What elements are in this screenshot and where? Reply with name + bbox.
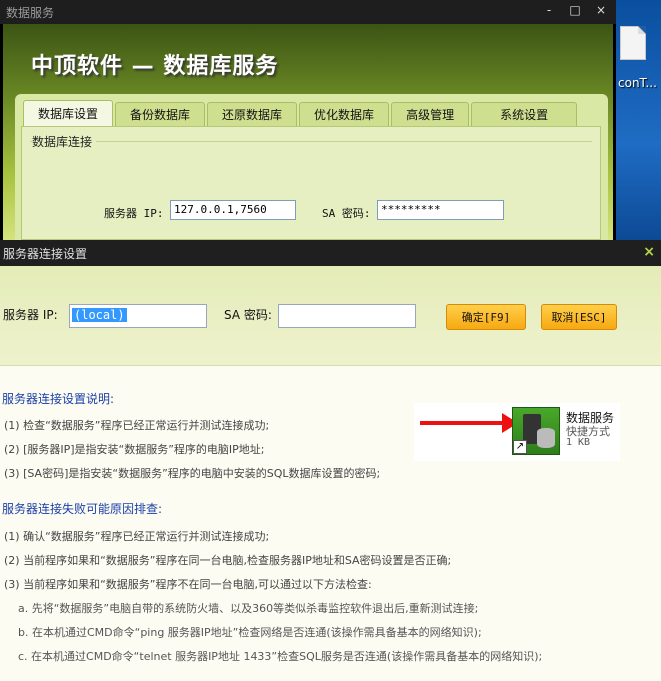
dialog-title: 服务器连接设置 [3,246,88,261]
troubleshoot-subitem-a: a. 先将“数据服务”电脑自带的系统防火墙、以及360等类似杀毒监控软件退出后,… [18,602,479,615]
main-window-title: 数据服务 [6,5,55,20]
main-body: 中顶软件 — 数据库服务 数据库设置 备份数据库 还原数据库 优化数据库 高级管… [3,24,613,240]
main-server-ip-label: 服务器 IP: [104,207,164,220]
server-connection-dialog: 服务器连接设置 × 服务器 IP: (local) SA 密码: 确定[F9] … [0,240,661,681]
dialog-server-ip-input[interactable]: (local) [69,304,207,328]
desktop-background: conT... [612,0,661,240]
tab-optimize-database[interactable]: 优化数据库 [299,102,390,126]
desktop-file-icon[interactable] [620,26,646,60]
maximize-button[interactable]: □ [568,3,582,17]
main-sa-password-label: SA 密码: [322,207,371,220]
tab-panel: 数据库连接 服务器 IP: 127.0.0.1,7560 SA 密码: ****… [21,126,601,240]
tab-advanced-management[interactable]: 高级管理 [391,102,470,126]
main-sa-password-input[interactable]: ********* [377,200,504,220]
data-service-shortcut-icon: ↗ [512,407,560,455]
tab-restore-database[interactable]: 还原数据库 [207,102,298,126]
desktop-file-label[interactable]: conT... [618,76,657,90]
tab-database-settings[interactable]: 数据库设置 [23,100,114,126]
troubleshoot-item-1: (1) 确认“数据服务”程序已经正常运行并测试连接成功; [4,530,270,543]
help-item-1: (1) 检查“数据服务”程序已经正常运行并测试连接成功; [4,419,270,432]
dialog-sa-password-label: SA 密码: [224,308,272,322]
tabs-area: 数据库设置 备份数据库 还原数据库 优化数据库 高级管理 系统设置 数据库连接 … [15,94,608,240]
ok-button[interactable]: 确定[F9] [446,304,526,330]
app-banner: 中顶软件 — 数据库服务 [31,54,279,79]
group-divider [30,141,592,142]
cancel-button[interactable]: 取消[ESC] [541,304,617,330]
tab-system-settings[interactable]: 系统设置 [471,102,578,126]
dialog-server-ip-value: (local) [72,308,127,322]
dialog-form: 服务器 IP: (local) SA 密码: 确定[F9] 取消[ESC] [0,266,661,366]
main-server-ip-input[interactable]: 127.0.0.1,7560 [170,200,296,220]
dialog-sa-password-input[interactable] [278,304,416,328]
window-controls: - □ × [542,3,608,17]
close-button[interactable]: × [594,3,608,17]
main-titlebar[interactable]: 数据服务 - □ × [0,0,616,24]
shortcut-arrow-icon: ↗ [513,440,527,454]
section-connection-help-title: 服务器连接设置说明: [2,392,115,406]
dialog-titlebar[interactable]: 服务器连接设置 × [0,240,661,266]
minimize-button[interactable]: - [542,3,556,17]
database-icon [537,428,555,448]
shortcut-illustration: ↗ 数据服务 快捷方式 1 KB [414,403,620,461]
red-arrow-icon [420,413,518,433]
group-title: 数据库连接 [32,133,97,150]
main-window: 数据服务 - □ × 中顶软件 — 数据库服务 数据库设置 备份数据库 还原数据… [0,0,616,240]
tab-bar: 数据库设置 备份数据库 还原数据库 优化数据库 高级管理 系统设置 [23,100,578,126]
help-item-2: (2) [服务器IP]是指安装“数据服务”程序的电脑IP地址; [4,443,265,456]
troubleshoot-subitem-b: b. 在本机通过CMD命令“ping 服务器IP地址”检查网络是否连通(该操作需… [18,626,482,639]
dialog-server-ip-label: 服务器 IP: [3,308,58,322]
troubleshoot-item-3: (3) 当前程序如果和“数据服务”程序不在同一台电脑,可以通过以下方法检查: [4,578,372,591]
troubleshoot-item-2: (2) 当前程序如果和“数据服务”程序在同一台电脑,检查服务器IP地址和SA密码… [4,554,452,567]
dialog-close-icon[interactable]: × [643,244,655,260]
help-item-3: (3) [SA密码]是指安装“数据服务”程序的电脑中安装的SQL数据库设置的密码… [4,467,381,480]
troubleshoot-subitem-c: c. 在本机通过CMD命令“telnet 服务器IP地址 1433”检查SQL服… [18,650,543,663]
tab-backup-database[interactable]: 备份数据库 [115,102,206,126]
shortcut-size: 1 KB [566,437,591,448]
section-troubleshoot-title: 服务器连接失败可能原因排查: [2,502,163,516]
